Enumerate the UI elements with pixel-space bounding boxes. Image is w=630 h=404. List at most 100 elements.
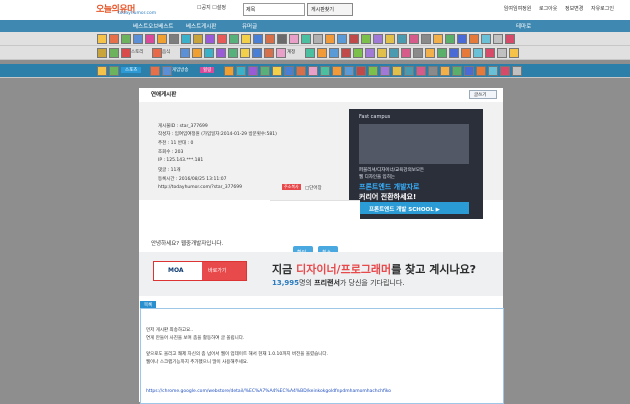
board-icon[interactable] [97, 66, 107, 76]
board-icon[interactable] [284, 66, 294, 76]
board-icon[interactable] [109, 66, 119, 76]
board-icon[interactable] [236, 66, 246, 76]
board-icon[interactable] [325, 34, 335, 44]
board-icon[interactable] [361, 34, 371, 44]
board-icon[interactable] [260, 66, 270, 76]
board-label-sports[interactable]: 스포츠 [121, 67, 142, 73]
board-icon[interactable] [457, 34, 467, 44]
board-icon[interactable] [248, 66, 258, 76]
board-icon[interactable] [296, 66, 306, 76]
write-button[interactable]: 글쓰기 [469, 90, 497, 99]
board-icon[interactable] [150, 66, 160, 76]
logout-link[interactable]: 로그아웃 [539, 6, 557, 12]
board-icon[interactable] [193, 34, 203, 44]
board-icon[interactable] [512, 66, 522, 76]
board-icon[interactable] [481, 34, 491, 44]
board-icon[interactable] [353, 48, 363, 58]
board-icon[interactable] [301, 34, 311, 44]
chrome-store-link[interactable]: https://chrome.google.com/webstore/detai… [146, 389, 391, 394]
board-icon[interactable] [473, 48, 483, 58]
board-icon[interactable] [305, 48, 315, 58]
nav-best-board[interactable]: 베스트게시판 [186, 22, 216, 30]
board-icon[interactable] [97, 34, 107, 44]
board-icon[interactable] [169, 34, 179, 44]
board-icon[interactable] [428, 66, 438, 76]
ad-cta-button[interactable]: 프론트엔드 개발 SCHOOL ▶ [359, 202, 469, 214]
board-icon[interactable] [500, 66, 510, 76]
board-icon[interactable] [109, 34, 119, 44]
board-icon[interactable] [488, 66, 498, 76]
board-icon[interactable] [204, 48, 214, 58]
user-link[interactable]: 임여임여정원 [504, 6, 532, 12]
board-label-game[interactable]: 게임방송 [172, 67, 189, 73]
board-icon[interactable] [389, 48, 399, 58]
board-icon[interactable] [377, 48, 387, 58]
nav-humor[interactable]: 유머글 [242, 22, 257, 30]
board-icon[interactable] [205, 34, 215, 44]
board-icon[interactable] [404, 66, 414, 76]
board-icon[interactable] [97, 48, 107, 58]
board-icon[interactable] [272, 66, 282, 76]
wordbook-link[interactable]: □단어장 [305, 185, 322, 191]
board-icon[interactable] [216, 48, 226, 58]
board-icon[interactable] [380, 66, 390, 76]
board-icon[interactable] [425, 48, 435, 58]
board-icon[interactable] [509, 48, 519, 58]
board-label-account[interactable]: 계정 [287, 49, 295, 55]
board-icon[interactable] [356, 66, 366, 76]
board-icon[interactable] [433, 34, 443, 44]
board-icon[interactable] [152, 48, 162, 58]
board-icon[interactable] [224, 66, 234, 76]
board-icon[interactable] [240, 48, 250, 58]
board-icon[interactable] [162, 66, 172, 76]
moa-banner[interactable]: MOA 바로가기 지금 디자이너/프로그래머를 찾고 계시나요? 13,995명… [139, 252, 503, 296]
board-icon[interactable] [440, 66, 450, 76]
board-icon[interactable] [397, 34, 407, 44]
board-icon[interactable] [289, 34, 299, 44]
board-icon[interactable] [349, 34, 359, 44]
board-icon[interactable] [365, 48, 375, 58]
board-icon[interactable] [253, 34, 263, 44]
nav-theme[interactable]: 테마로 [516, 22, 531, 30]
board-icon[interactable] [157, 34, 167, 44]
board-icon[interactable] [413, 48, 423, 58]
board-icon[interactable] [461, 48, 471, 58]
board-icon[interactable] [133, 34, 143, 44]
board-label-food[interactable]: 음식 [162, 49, 170, 55]
board-icon[interactable] [385, 34, 395, 44]
board-icon[interactable] [109, 48, 119, 58]
board-icon[interactable] [180, 48, 190, 58]
board-label-story[interactable]: 스토리 [131, 49, 143, 55]
profile-link[interactable]: 정보변경 [565, 6, 583, 12]
board-icon[interactable] [497, 48, 507, 58]
board-icon[interactable] [264, 48, 274, 58]
board-icon[interactable] [192, 48, 202, 58]
board-icon[interactable] [505, 34, 515, 44]
board-icon[interactable] [121, 34, 131, 44]
site-logo[interactable]: 오늘의유머 todayhumor.com [96, 2, 176, 17]
board-icon[interactable] [337, 34, 347, 44]
board-search-button[interactable]: 게시판찾기 [307, 3, 353, 16]
board-icon[interactable] [276, 48, 286, 58]
board-icon[interactable] [392, 66, 402, 76]
ad-banner-fastcampus[interactable]: Fast campus 퍼블리셔/디자이너/교육강의보모든 웹 디자인을 입히는… [349, 109, 483, 219]
board-icon[interactable] [217, 34, 227, 44]
moa-go-button[interactable]: 바로가기 [202, 262, 246, 280]
board-icon[interactable] [265, 34, 275, 44]
board-icon[interactable] [252, 48, 262, 58]
board-icon[interactable] [485, 48, 495, 58]
board-icon[interactable] [145, 34, 155, 44]
board-icon[interactable] [313, 34, 323, 44]
board-icon[interactable] [241, 34, 251, 44]
board-icon[interactable] [181, 34, 191, 44]
board-icon[interactable] [228, 48, 238, 58]
board-icon[interactable] [464, 66, 474, 76]
board-icon[interactable] [421, 34, 431, 44]
board-icon[interactable] [401, 48, 411, 58]
copy-address-button[interactable]: 주소복사 [282, 184, 301, 190]
board-icon[interactable] [308, 66, 318, 76]
board-icon[interactable] [320, 66, 330, 76]
board-icon[interactable] [277, 34, 287, 44]
board-icon[interactable] [449, 48, 459, 58]
board-icon[interactable] [332, 66, 342, 76]
